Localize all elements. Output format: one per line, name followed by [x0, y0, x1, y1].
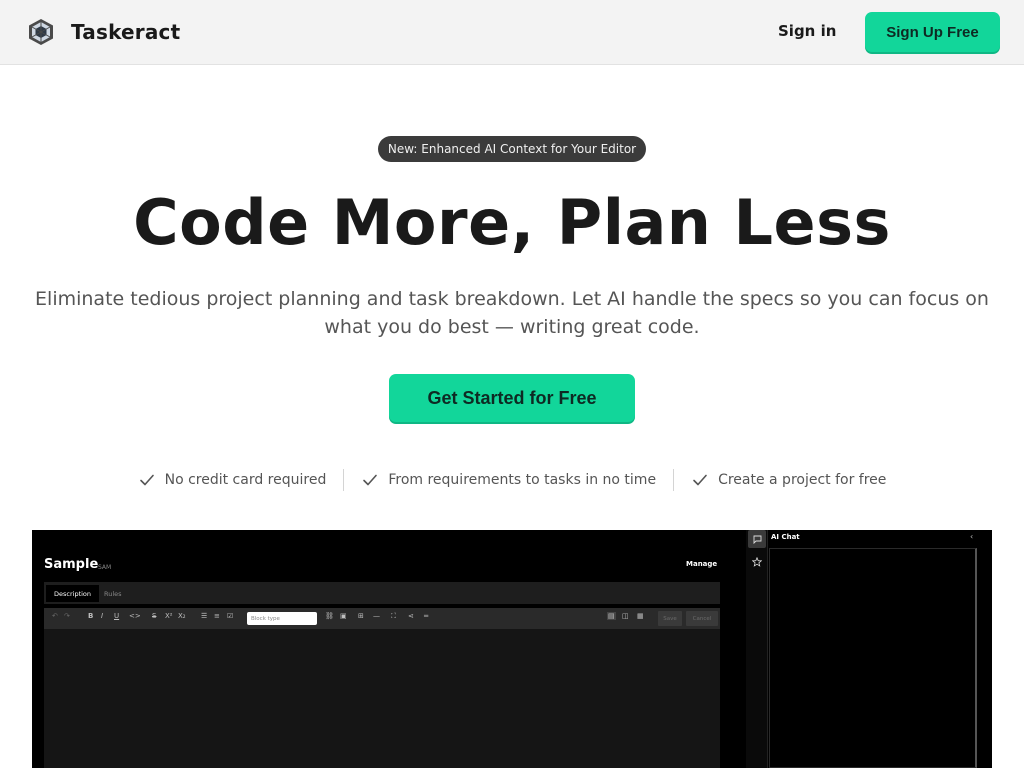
star-icon — [748, 553, 766, 571]
italic-icon: I — [101, 612, 104, 620]
block-type-select: Block type — [247, 612, 317, 625]
check-icon — [693, 474, 707, 486]
more-icon: ═ — [424, 612, 429, 620]
feature-item: No credit card required — [121, 469, 344, 491]
preview-tab-rules: Rules — [104, 589, 122, 598]
preview-tab-bar: Description Rules — [44, 582, 720, 604]
checklist-icon: ☑ — [227, 612, 234, 620]
preview-editor-toolbar: ↶ ↷ B I U <> S X² X₂ ☰ ≡ ☑ Block type ⛓ … — [44, 608, 720, 629]
underline-icon: U — [114, 612, 120, 620]
code-icon: <> — [129, 612, 141, 620]
top-navbar: Taskeract Sign in Sign Up Free — [0, 0, 1024, 65]
brand-name[interactable]: Taskeract — [71, 20, 180, 44]
announcement-badge[interactable]: New: Enhanced AI Context for Your Editor — [378, 136, 646, 162]
strikethrough-icon: S — [152, 612, 157, 620]
table-icon: ⊞ — [358, 612, 364, 620]
feature-item: From requirements to tasks in no time — [343, 469, 673, 491]
redo-icon: ↷ — [64, 612, 70, 620]
share-icon: ⋖ — [408, 612, 414, 620]
app-preview-screenshot: Sample SAM Manage Description Rules ↶ ↷ … — [32, 530, 992, 768]
check-icon — [139, 474, 154, 486]
preview-mode-icon: ▦ — [637, 612, 644, 620]
preview-project-key: SAM — [98, 564, 112, 571]
check-icon — [363, 474, 378, 486]
numbered-list-icon: ≡ — [214, 612, 220, 620]
chat-bubble-icon — [748, 530, 766, 548]
expand-icon: ⛶ — [391, 612, 396, 620]
hero-title: Code More, Plan Less — [133, 186, 891, 259]
image-icon: ▣ — [340, 612, 347, 620]
collapse-chevron-icon: ‹ — [970, 532, 974, 541]
superscript-icon: X² — [165, 612, 173, 620]
feature-list: No credit card required From requirement… — [0, 466, 1024, 494]
get-started-button[interactable]: Get Started for Free — [389, 374, 635, 422]
sign-up-button[interactable]: Sign Up Free — [865, 12, 1000, 52]
cube-logo-icon[interactable] — [28, 18, 54, 46]
feature-item: Create a project for free — [673, 469, 903, 491]
hero-subtitle: Eliminate tedious project planning and t… — [35, 288, 989, 338]
preview-save-button: Save — [658, 611, 682, 626]
preview-cancel-button: Cancel — [686, 611, 718, 626]
bullet-list-icon: ☰ — [201, 612, 208, 620]
preview-manage-button: Manage — [686, 560, 718, 568]
feature-label: Create a project for free — [718, 472, 887, 488]
feature-label: From requirements to tasks in no time — [388, 472, 657, 488]
split-view-icon: ◫ — [622, 612, 629, 620]
preview-ai-chat-title: AI Chat — [771, 533, 800, 541]
sign-in-link[interactable]: Sign in — [770, 22, 844, 40]
view-mode-icon: ▤ — [607, 612, 616, 620]
link-icon: ⛓ — [325, 612, 334, 620]
preview-tab-description: Description — [46, 585, 100, 602]
preview-project-title: Sample — [44, 557, 99, 572]
divider-icon: — — [373, 612, 380, 620]
preview-editor-area — [44, 629, 720, 768]
preview-ai-chat-panel — [769, 548, 977, 768]
preview-side-rail — [746, 530, 768, 768]
feature-label: No credit card required — [164, 472, 327, 488]
undo-icon: ↶ — [52, 612, 58, 620]
bold-icon: B — [88, 612, 94, 620]
subscript-icon: X₂ — [178, 612, 186, 620]
